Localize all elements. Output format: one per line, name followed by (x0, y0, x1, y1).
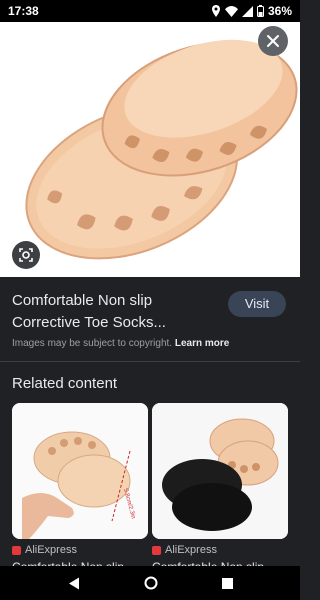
divider (0, 361, 300, 362)
navigation-bar (0, 566, 300, 600)
product-title-area: Comfortable Non slip Corrective Toe Sock… (12, 290, 212, 334)
location-icon (211, 5, 220, 17)
wifi-icon (224, 5, 238, 17)
related-card-1[interactable]: 5.8cm/2.3in (12, 403, 148, 539)
source-name: AliExpress (165, 544, 217, 556)
close-icon (267, 35, 279, 47)
lens-icon (19, 248, 33, 262)
copyright-text: Images may be subject to copyright. (12, 338, 173, 349)
copyright-notice: Images may be subject to copyright. Lear… (12, 338, 229, 349)
aliexpress-icon (12, 545, 21, 555)
recents-icon[interactable] (221, 577, 233, 589)
status-time: 17:38 (8, 4, 39, 18)
related-image-1: 5.8cm/2.3in (12, 403, 148, 539)
status-bar: 17:38 36% (0, 0, 300, 22)
product-image[interactable] (0, 22, 300, 277)
related-source-2: AliExpress (152, 544, 217, 556)
aliexpress-icon (152, 545, 161, 555)
battery-percent: 36% (267, 4, 292, 18)
battery-icon (256, 5, 264, 17)
related-source-1: AliExpress (12, 544, 77, 556)
toe-socks-illustration (25, 39, 298, 260)
visit-button[interactable]: Visit (228, 291, 286, 317)
back-icon[interactable] (68, 577, 80, 590)
source-name: AliExpress (25, 544, 77, 556)
related-image-2 (152, 403, 288, 539)
related-heading: Related content (12, 375, 118, 392)
signal-icon (241, 5, 253, 17)
home-icon[interactable] (144, 576, 158, 590)
lens-button[interactable] (12, 241, 40, 269)
close-button[interactable] (258, 26, 288, 56)
related-card-2[interactable] (152, 403, 288, 539)
learn-more-link[interactable]: Learn more (175, 338, 229, 349)
product-title[interactable]: Comfortable Non slip Corrective Toe Sock… (12, 290, 212, 334)
